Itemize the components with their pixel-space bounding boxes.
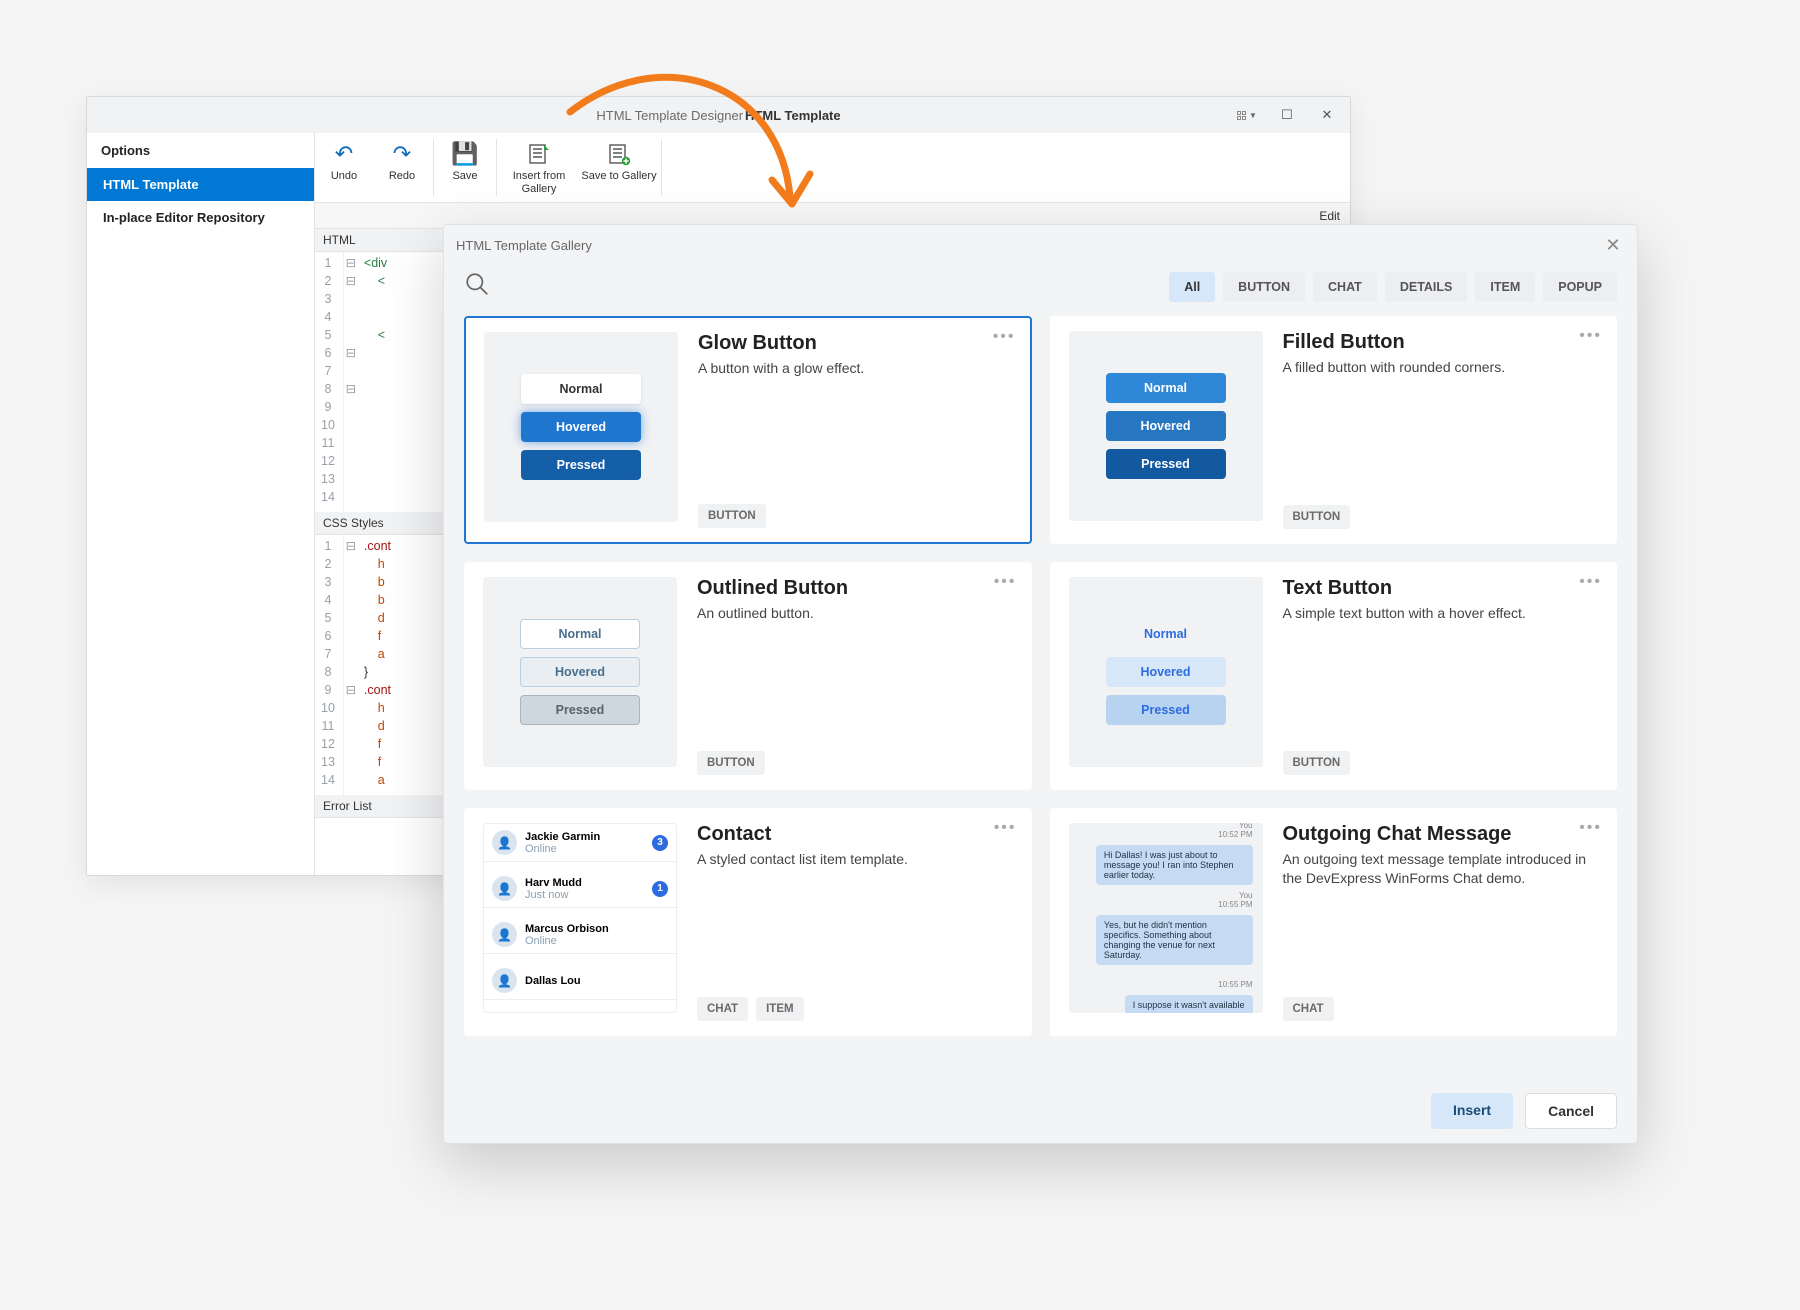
card-title: Filled Button: [1283, 331, 1599, 354]
save-to-gallery-button[interactable]: Save to Gallery: [579, 137, 659, 202]
sub-bar-label: Edit: [1319, 209, 1340, 223]
save-gallery-icon: [607, 141, 631, 167]
tag-chat: CHAT: [697, 997, 748, 1021]
close-icon[interactable]: ✕: [1601, 235, 1625, 256]
gallery-card-outgoing-chat-message[interactable]: ••• You10:52 PM Hi Dallas! I was just ab…: [1050, 808, 1618, 1036]
window-title-document: HTML Template: [745, 108, 841, 123]
card-preview: NormalHoveredPressed: [484, 332, 678, 522]
list-item[interactable]: 👤 Harv MuddJust now 1: [484, 870, 676, 908]
gallery-card-contact[interactable]: ••• 👤 Jackie GarminOnline 3 👤 Harv MuddJ…: [464, 808, 1032, 1036]
dialog-footer: Insert Cancel: [444, 1079, 1637, 1143]
filter-popup[interactable]: POPUP: [1543, 272, 1617, 302]
card-preview: You10:52 PM Hi Dallas! I was just about …: [1069, 823, 1263, 1013]
list-item[interactable]: 👤 Jackie GarminOnline 3: [484, 824, 676, 862]
undo-icon: ↶: [335, 141, 353, 167]
sidebar-item-html-template[interactable]: HTML Template: [87, 168, 314, 201]
sidebar-item-in-place-editor-repository[interactable]: In-place Editor Repository: [87, 201, 314, 234]
card-preview: NormalHoveredPressed: [483, 577, 677, 767]
card-preview: NormalHoveredPressed: [1069, 331, 1263, 521]
card-title: Outgoing Chat Message: [1283, 823, 1599, 846]
filter-tabs: All BUTTON CHAT DETAILSITEM POPUP: [1169, 272, 1617, 302]
chat-bubble: I suppose it wasn't available: [1125, 995, 1253, 1013]
gallery-title: HTML Template Gallery: [456, 238, 592, 253]
card-description: An outgoing text message template introd…: [1283, 850, 1599, 888]
search-input[interactable]: [464, 271, 1157, 302]
card-description: A filled button with rounded corners.: [1283, 358, 1599, 377]
card-title: Outlined Button: [697, 577, 1013, 600]
tag-item: ITEM: [756, 997, 803, 1021]
card-preview: 👤 Jackie GarminOnline 3 👤 Harv MuddJust …: [483, 823, 677, 1013]
card-description: A simple text button with a hover effect…: [1283, 604, 1599, 623]
tag-button: BUTTON: [1283, 505, 1351, 529]
avatar: 👤: [492, 968, 517, 993]
filter-details[interactable]: DETAILS: [1385, 272, 1468, 302]
avatar: 👤: [492, 876, 517, 901]
undo-label: Undo: [331, 170, 357, 183]
save-icon: 💾: [451, 141, 478, 167]
avatar: 👤: [492, 830, 517, 855]
undo-button[interactable]: ↶ Undo: [315, 137, 373, 202]
filter-all[interactable]: All: [1169, 272, 1215, 302]
badge: 1: [652, 881, 668, 897]
card-title: Glow Button: [698, 332, 1012, 355]
badge: 3: [652, 835, 668, 851]
grid-icon: [1237, 111, 1246, 120]
card-menu-icon[interactable]: •••: [993, 328, 1016, 346]
card-preview: NormalHoveredPressed: [1069, 577, 1263, 767]
cancel-button[interactable]: Cancel: [1525, 1093, 1617, 1129]
gallery-card-text-button[interactable]: ••• NormalHoveredPressed Text Button A s…: [1050, 562, 1618, 790]
filter-chat[interactable]: CHAT: [1313, 272, 1377, 302]
redo-button[interactable]: ↷ Redo: [373, 137, 431, 202]
maximize-button[interactable]: ☐: [1270, 101, 1304, 129]
chevron-down-icon: ▼: [1249, 111, 1257, 120]
card-description: A styled contact list item template.: [697, 850, 1013, 869]
search-icon: [464, 271, 490, 297]
window-title-prefix: HTML Template Designer: [596, 108, 743, 123]
gallery-card-filled-button[interactable]: ••• NormalHoveredPressed Filled Button A…: [1050, 316, 1618, 544]
gallery-dialog: HTML Template Gallery ✕ All BUTTON CHAT DET…: [443, 224, 1638, 1144]
card-description: A button with a glow effect.: [698, 359, 1012, 378]
sidebar-header: Options: [87, 133, 314, 168]
save-label: Save: [452, 170, 477, 183]
gallery-toolbar: All BUTTON CHAT DETAILSITEM POPUP: [444, 265, 1637, 310]
save-button[interactable]: 💾 Save: [436, 137, 494, 202]
chat-bubble: Yes, but he didn't mention specifics. So…: [1096, 915, 1253, 965]
list-item[interactable]: 👤 Dallas Lou: [484, 962, 676, 1000]
card-menu-icon[interactable]: •••: [994, 819, 1017, 837]
tag-chat: CHAT: [1283, 997, 1334, 1021]
card-menu-icon[interactable]: •••: [994, 573, 1017, 591]
gallery-card-outlined-button[interactable]: ••• NormalHoveredPressed Outlined Button…: [464, 562, 1032, 790]
filter-button[interactable]: BUTTON: [1223, 272, 1305, 302]
save-to-gallery-label: Save to Gallery: [581, 170, 656, 183]
toolbar: ↶ Undo ↷ Redo 💾 Save: [315, 133, 1350, 203]
card-menu-icon[interactable]: •••: [1579, 327, 1602, 345]
avatar: 👤: [492, 922, 517, 947]
card-title: Text Button: [1283, 577, 1599, 600]
tag-button: BUTTON: [1283, 751, 1351, 775]
layout-grid-button[interactable]: ▼: [1230, 101, 1264, 129]
gallery-cards[interactable]: ••• NormalHoveredPressed Glow Button A b…: [444, 310, 1637, 1079]
card-menu-icon[interactable]: •••: [1579, 573, 1602, 591]
redo-label: Redo: [389, 170, 415, 183]
titlebar: HTML Template Designer HTML Template ▼ ☐…: [87, 97, 1350, 133]
redo-icon: ↷: [393, 141, 411, 167]
sidebar: Options HTML TemplateIn-place Editor Rep…: [87, 133, 315, 875]
card-description: An outlined button.: [697, 604, 1013, 623]
filter-item[interactable]: ITEM: [1475, 272, 1535, 302]
insert-button[interactable]: Insert: [1431, 1093, 1513, 1129]
gallery-header: HTML Template Gallery ✕: [444, 225, 1637, 265]
tag-button: BUTTON: [698, 504, 766, 528]
tag-button: BUTTON: [697, 751, 765, 775]
insert-gallery-icon: [527, 141, 551, 167]
card-menu-icon[interactable]: •••: [1579, 819, 1602, 837]
list-item[interactable]: 👤 Marcus OrbisonOnline: [484, 916, 676, 954]
card-title: Contact: [697, 823, 1013, 846]
close-button[interactable]: ✕: [1310, 101, 1344, 129]
insert-from-gallery-button[interactable]: Insert from Gallery: [499, 137, 579, 202]
gallery-card-glow-button[interactable]: ••• NormalHoveredPressed Glow Button A b…: [464, 316, 1032, 544]
insert-from-gallery-label: Insert from Gallery: [499, 170, 579, 195]
chat-bubble: Hi Dallas! I was just about to message y…: [1096, 845, 1253, 885]
